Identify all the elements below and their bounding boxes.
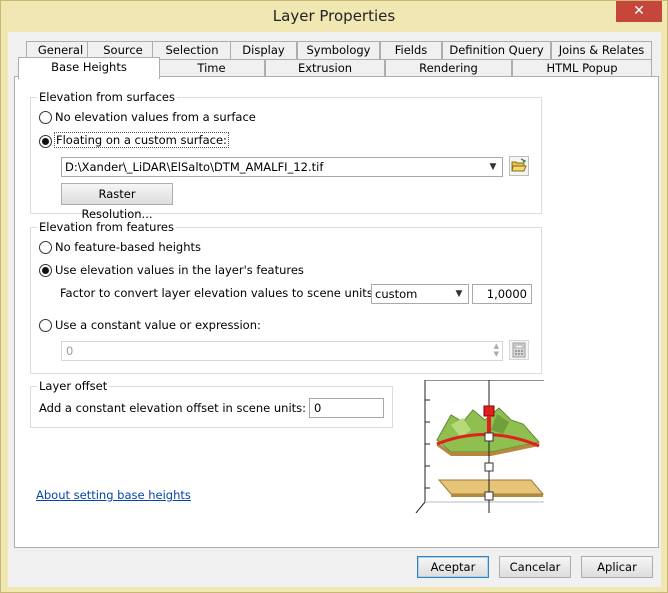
tab-rendering[interactable]: Rendering xyxy=(385,59,512,77)
ok-button[interactable]: Aceptar xyxy=(417,556,489,578)
window-title: Layer Properties xyxy=(272,7,396,25)
tab-definition-query[interactable]: Definition Query xyxy=(442,41,551,59)
chevron-down-icon: ▼ xyxy=(455,289,463,299)
about-base-heights-link[interactable]: About setting base heights xyxy=(36,488,191,502)
raster-resolution-button[interactable]: Raster Resolution... xyxy=(61,183,173,221)
floating-surface-radio[interactable] xyxy=(39,135,52,148)
dialog-client: General Source Selection Display Symbolo… xyxy=(8,32,661,587)
constant-value-text: 0 xyxy=(66,344,74,358)
offset-value-input[interactable]: 0 xyxy=(309,398,384,418)
factor-unit-value: custom xyxy=(375,287,418,301)
no-feature-heights-radio[interactable] xyxy=(39,241,52,254)
cancel-button[interactable]: Cancelar xyxy=(499,556,571,578)
offset-group: Layer offset Add a constant elevation of… xyxy=(30,379,393,428)
tab-joins-relates[interactable]: Joins & Relates xyxy=(551,41,652,59)
factor-unit-select[interactable]: custom ▼ xyxy=(371,284,469,304)
tab-fields[interactable]: Fields xyxy=(380,41,442,59)
base-heights-panel: Elevation from surfaces No elevation val… xyxy=(14,76,659,548)
tab-html-popup[interactable]: HTML Popup xyxy=(512,59,652,77)
factor-value-input[interactable]: 1,0000 xyxy=(472,284,532,304)
base-heights-illustration xyxy=(411,379,545,514)
surface-path-value: D:\Xander\_LiDAR\ElSalto\DTM_AMALFI_12.t… xyxy=(65,160,324,174)
surfaces-group-title: Elevation from surfaces xyxy=(37,90,177,104)
offset-group-title: Layer offset xyxy=(37,379,110,393)
tab-symbology[interactable]: Symbology xyxy=(297,41,380,59)
tab-selection[interactable]: Selection xyxy=(152,41,232,59)
constant-value-label: Use a constant value or expression: xyxy=(55,318,261,332)
chevron-down-icon: ▼ xyxy=(489,162,497,172)
no-feature-heights-label: No feature-based heights xyxy=(55,240,201,254)
close-button[interactable]: ✕ xyxy=(616,1,662,22)
surface-path-select[interactable]: D:\Xander\_LiDAR\ElSalto\DTM_AMALFI_12.t… xyxy=(61,157,503,177)
spinner-icon: ▲ ▼ xyxy=(493,342,499,358)
no-elevation-label: No elevation values from a surface xyxy=(55,110,256,124)
factor-label: Factor to convert layer elevation values… xyxy=(60,286,377,300)
browse-folder-button[interactable] xyxy=(509,156,529,176)
surfaces-group: Elevation from surfaces No elevation val… xyxy=(30,90,542,221)
features-group-title: Elevation from features xyxy=(37,220,177,234)
floating-surface-label: Floating on a custom surface: xyxy=(54,132,229,148)
features-group: Elevation from features No feature-based… xyxy=(30,220,542,374)
tab-time[interactable]: Time xyxy=(158,59,265,77)
constant-value-radio[interactable] xyxy=(39,319,52,332)
apply-button[interactable]: Aplicar xyxy=(581,556,653,578)
constant-value-input[interactable]: 0 ▲ ▼ xyxy=(61,341,503,361)
tab-display[interactable]: Display xyxy=(230,41,297,59)
terrain-diagram-icon xyxy=(415,379,545,514)
use-feature-elevation-radio[interactable] xyxy=(39,264,52,277)
calculator-icon xyxy=(512,342,526,358)
layer-properties-window: Layer Properties ✕ General Source Select… xyxy=(0,0,668,593)
tab-extrusion[interactable]: Extrusion xyxy=(265,59,385,77)
close-icon: ✕ xyxy=(633,3,645,19)
no-elevation-radio[interactable] xyxy=(39,111,52,124)
expression-builder-button[interactable] xyxy=(509,340,529,360)
offset-label: Add a constant elevation offset in scene… xyxy=(39,401,307,415)
use-feature-elevation-label: Use elevation values in the layer's feat… xyxy=(55,263,304,277)
open-folder-icon xyxy=(511,158,527,172)
tab-base-heights[interactable]: Base Heights xyxy=(18,57,160,79)
